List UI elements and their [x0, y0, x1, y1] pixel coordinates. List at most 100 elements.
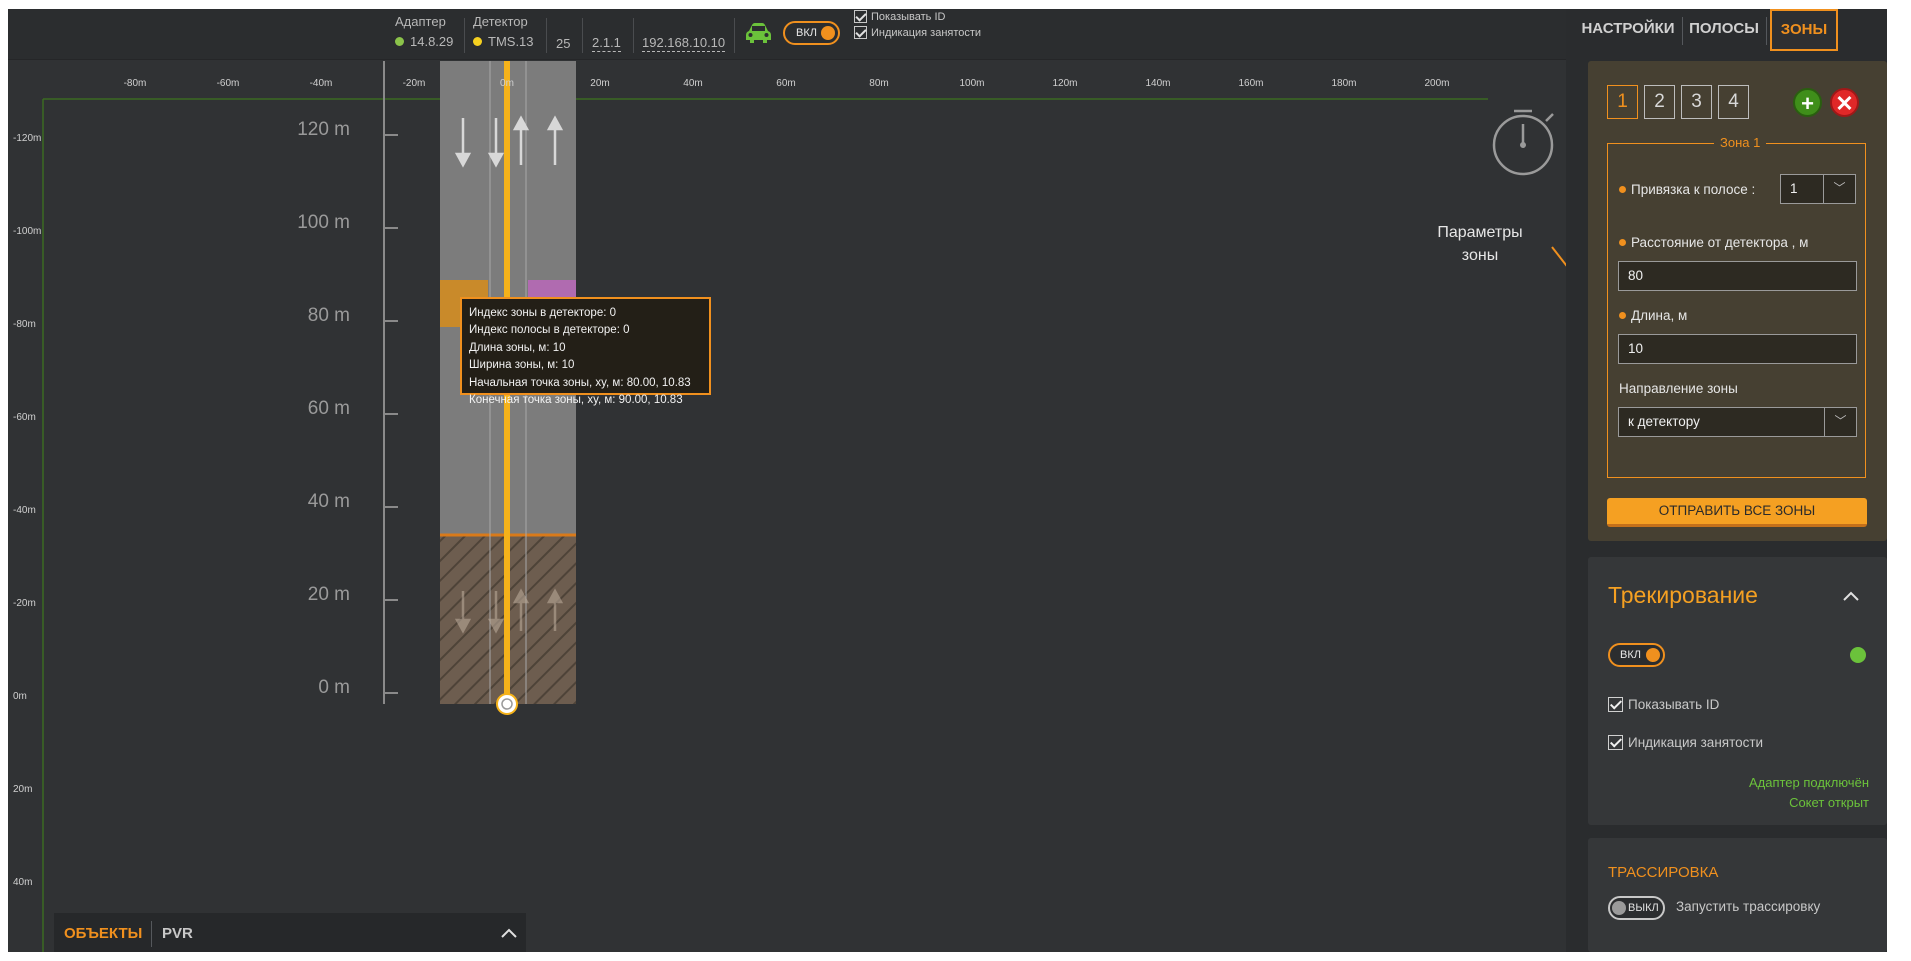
version-link[interactable]: 2.1.1 [592, 35, 621, 52]
tab-objects[interactable]: ОБЪЕКТЫ [64, 925, 142, 942]
tracking-occupancy-label: Индикация занятости [1628, 735, 1764, 750]
plus-icon[interactable]: + [1793, 88, 1822, 117]
tracking-toggle-label: ВКЛ [1620, 649, 1641, 661]
zone-number-2[interactable]: 2 [1644, 85, 1675, 119]
tracking-show-id-checkbox[interactable]: Показывать ID [1608, 697, 1719, 712]
tooltip-line: Длина зоны, м: 10 [469, 341, 566, 354]
toggle-knob [821, 26, 835, 40]
ip-link[interactable]: 192.168.10.10 [642, 35, 726, 52]
chevron-up-icon[interactable] [500, 927, 518, 939]
tooltip-line: Индекс зоны в детекторе: 0 [469, 307, 617, 319]
zone-number-4[interactable]: 4 [1718, 85, 1749, 119]
topbar-toggle[interactable]: ВКЛ [783, 21, 840, 45]
y-tick: -20m [13, 598, 36, 609]
zone-frame: Зона 1 Привязка к полосе : 1 ﹀ Расстояни… [1607, 135, 1866, 478]
length-label: Длина, м [1619, 308, 1687, 323]
tracking-title: Трекирование [1608, 582, 1758, 608]
x-tick: 20m [590, 78, 610, 89]
occupancy-checkbox[interactable]: Индикация занятости [854, 26, 981, 39]
y-tick: 40m [13, 877, 33, 888]
tracking-toggle[interactable]: ВКЛ [1608, 643, 1665, 667]
detector-origin-icon [496, 693, 518, 715]
tooltip-line: Начальная точка зоны, xy, м: 80.00, 10.8… [469, 376, 691, 389]
chevron-down-icon: ﹀ [1823, 175, 1855, 203]
close-icon[interactable]: ✕ [1830, 88, 1859, 117]
x-tick: 80m [869, 78, 889, 89]
tab-zones[interactable]: ЗОНЫ [1770, 9, 1838, 51]
y-tick: -60m [13, 412, 36, 423]
scale-label: 40 m [307, 491, 350, 512]
tracing-title: ТРАССИРОВКА [1608, 864, 1719, 881]
top-status-bar: Адаптер 14.8.29 Детектор TMS.13 25 2.1.1… [8, 9, 1566, 60]
show-id-label: Показывать ID [871, 10, 946, 23]
zone-tooltip: Индекс зоны в детекторе: 0 Индекс полосы… [460, 297, 711, 406]
adapter-version: 14.8.29 [410, 34, 454, 49]
detector-status-dot [473, 37, 482, 46]
tracing-toggle[interactable]: ВЫКЛ [1608, 896, 1665, 920]
socket-open-status: Сокет открыт [1789, 795, 1869, 810]
lane-binding-select[interactable]: 1 ﹀ [1780, 174, 1856, 204]
tooltip-line: Конечная точка зоны, xy, м: 90.00, 10.83 [469, 394, 683, 407]
scale-label: 120 m [297, 119, 350, 140]
distance-input[interactable]: 80 [1618, 261, 1857, 291]
scale-label: 0 m [318, 677, 350, 698]
toggle-knob [1646, 648, 1660, 662]
lane-binding-label: Привязка к полосе : [1619, 182, 1755, 197]
show-id-checkbox[interactable]: Показывать ID [854, 10, 945, 23]
y-tick: 20m [13, 784, 33, 795]
x-tick: 100m [959, 78, 985, 89]
tracking-occupancy-checkbox[interactable]: Индикация занятости [1608, 735, 1763, 750]
direction-select[interactable]: к детектору ﹀ [1618, 407, 1857, 437]
x-tick: 180m [1331, 78, 1357, 89]
panel-tabs: НАСТРОЙКИ ПОЛОСЫ ЗОНЫ [1566, 9, 1887, 51]
occupancy-label: Индикация занятости [871, 26, 982, 39]
road-scene [42, 61, 1566, 952]
y-tick: -80m [13, 319, 36, 330]
tooltip-line: Ширина зоны, м: 10 [469, 359, 575, 372]
tracing-card: ТРАССИРОВКА ВЫКЛ Запустить трассировку [1588, 838, 1887, 952]
zone-params-annotation: Параметры зоны [1437, 224, 1523, 264]
lane-binding-value: 1 [1790, 181, 1798, 196]
tooltip-line: Индекс полосы в детекторе: 0 [469, 324, 630, 337]
x-tick: 160m [1238, 78, 1264, 89]
value-25: 25 [556, 36, 571, 51]
adapter-connected-status: Адаптер подключён [1748, 775, 1869, 790]
detector-label: Детектор [473, 14, 528, 29]
x-tick: -80m [123, 78, 147, 89]
chevron-up-icon[interactable] [1842, 590, 1860, 602]
run-tracing-label: Запустить трассировку [1676, 899, 1821, 914]
tracing-toggle-label: ВЫКЛ [1628, 902, 1659, 914]
objects-bar: ОБЪЕКТЫ PVR [54, 913, 526, 952]
x-tick: 200m [1424, 78, 1450, 89]
tracking-show-id-label: Показывать ID [1628, 697, 1720, 712]
tab-settings[interactable]: НАСТРОЙКИ [1578, 9, 1678, 51]
road-canvas[interactable]: -80m -60m -40m -20m 0m 20m 40m 60m 80m 1… [8, 61, 1566, 952]
right-panel: НАСТРОЙКИ ПОЛОСЫ ЗОНЫ 1 2 3 4 + ✕ Зона 1… [1566, 9, 1887, 952]
zone-number-1[interactable]: 1 [1607, 85, 1638, 119]
detector-name: TMS.13 [488, 34, 534, 49]
x-tick: 120m [1052, 78, 1078, 89]
tracking-status-dot [1850, 647, 1866, 663]
toggle-knob [1612, 901, 1626, 915]
y-tick: -100m [13, 226, 42, 237]
tracking-card: Трекирование ВКЛ Показывать ID Индикация… [1588, 557, 1887, 825]
adapter-status: Адаптер 14.8.29 [395, 14, 453, 49]
x-tick: 60m [776, 78, 796, 89]
y-tick: -120m [13, 133, 42, 144]
x-tick: -40m [309, 78, 333, 89]
direction-label: Направление зоны [1619, 381, 1738, 396]
distance-label: Расстояние от детектора , м [1619, 235, 1808, 250]
detector-status: Детектор TMS.13 [473, 14, 534, 49]
length-input[interactable]: 10 [1618, 334, 1857, 364]
x-tick: 40m [683, 78, 703, 89]
tab-pvr[interactable]: PVR [162, 925, 193, 942]
scale-label: 100 m [297, 212, 350, 233]
car-icon[interactable] [745, 22, 772, 44]
checkbox-check-icon [1608, 697, 1623, 712]
tab-lanes[interactable]: ПОЛОСЫ [1686, 9, 1762, 51]
send-all-zones-button[interactable]: ОТПРАВИТЬ ВСЕ ЗОНЫ [1607, 498, 1867, 527]
x-tick: 140m [1145, 78, 1171, 89]
scale-label: 20 m [307, 584, 350, 605]
zone-number-3[interactable]: 3 [1681, 85, 1712, 119]
adapter-status-dot [395, 37, 404, 46]
